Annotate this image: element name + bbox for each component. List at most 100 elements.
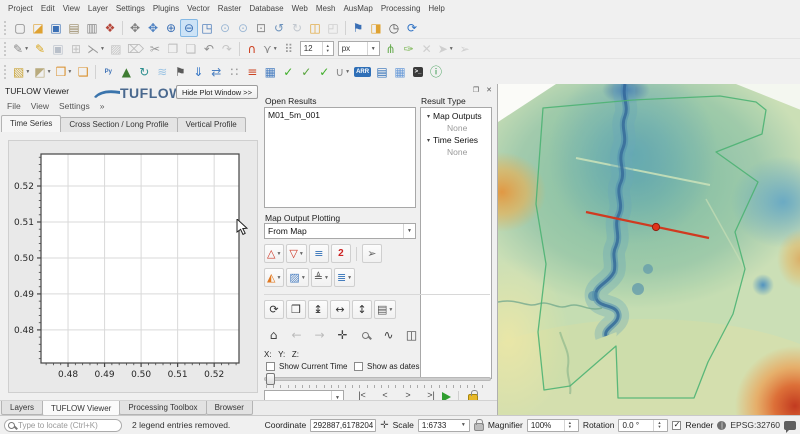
select-all[interactable]: ❑ (74, 63, 92, 81)
menu-settings[interactable]: Settings (112, 1, 149, 16)
dock-close-button[interactable]: ✕ (484, 85, 494, 95)
paste-features[interactable]: ❏ (182, 40, 200, 58)
attachments[interactable]: ∪▼ (333, 63, 352, 81)
menu-edit[interactable]: Edit (37, 1, 59, 16)
undo[interactable]: ↶ (200, 40, 218, 58)
map-canvas[interactable] (497, 84, 800, 415)
tab-cross-section-long-profile[interactable]: Cross Section / Long Profile (60, 117, 177, 132)
tree-expand-icon[interactable]: ▾ (427, 137, 430, 144)
x-axis-limits[interactable]: ↔ (330, 300, 350, 319)
show-bookmarks[interactable]: ◨ (367, 19, 385, 37)
console-tool[interactable]: >_ (409, 63, 427, 81)
chart-figure[interactable]: 0.480.490.500.510.520.480.490.500.510.52 (8, 140, 258, 393)
dropdown-arrow-icon[interactable]: ▼ (276, 251, 281, 257)
zoom-next[interactable]: ↻ (288, 19, 306, 37)
zoom-full[interactable]: ◳ (198, 19, 216, 37)
plot-menu-file[interactable]: File (2, 101, 26, 111)
map-tips[interactable]: ≋ (153, 63, 171, 81)
epsg-code[interactable]: EPSG:32760 (730, 420, 780, 430)
toggle-editing[interactable]: ✎ (31, 40, 49, 58)
plot-culvert[interactable]: ≜▼ (311, 268, 332, 287)
cross-section-point[interactable] (652, 223, 659, 230)
enable-tracing[interactable]: ⋔ (382, 40, 400, 58)
tree-item-map-outputs[interactable]: ▾Map Outputs (421, 110, 491, 122)
tcf-tool[interactable]: ∷ (225, 63, 243, 81)
dropdown-arrow-icon[interactable]: ▼ (24, 46, 29, 52)
check-tool-2[interactable]: ✓ (297, 63, 315, 81)
panel-tab-tuflow-viewer[interactable]: TUFLOW Viewer (42, 401, 120, 416)
plot-pan[interactable]: ✛ (333, 326, 352, 344)
zoom-to-selection[interactable]: ⊙ (216, 19, 234, 37)
spinner-arrows-icon[interactable]: ▲▼ (564, 420, 575, 431)
cut-features[interactable]: ✂ (146, 40, 164, 58)
dropdown-arrow-icon[interactable]: ▼ (345, 69, 350, 75)
save-layer-edits[interactable]: ▣ (49, 40, 67, 58)
flow-trace[interactable]: ≡ (309, 244, 329, 263)
new-print-layout[interactable]: ▤ (65, 19, 83, 37)
plot-zoom[interactable] (356, 326, 375, 344)
zoom-to-layer[interactable]: ⊙ (234, 19, 252, 37)
plot-selection-mode[interactable]: ➢ (362, 244, 382, 263)
new-project[interactable]: ▢ (11, 19, 29, 37)
enable-snapping[interactable]: ∩ (243, 40, 261, 58)
disabled-tool-x[interactable]: ✕ (418, 40, 436, 58)
tree-item-time-series[interactable]: ▾Time Series (421, 134, 491, 146)
refresh-map[interactable]: ⟳ (403, 19, 421, 37)
magnifier-input[interactable]: 100% ▲▼ (527, 419, 579, 432)
tree-item-none[interactable]: None (421, 122, 491, 134)
new-3d-map-view[interactable]: ◰ (324, 19, 342, 37)
avoid-intersections[interactable]: ➤▼ (436, 40, 456, 58)
time-slider-handle[interactable] (266, 373, 275, 385)
grid-chart-tool[interactable]: ▦ (391, 63, 409, 81)
dropdown-arrow-icon[interactable]: ▼ (273, 46, 278, 52)
dropdown-arrow-icon[interactable]: ▼ (449, 46, 454, 52)
scale-combo[interactable]: 1:6733 ▼ (418, 419, 470, 432)
time-step-item[interactable]: < (375, 390, 395, 400)
y-axis-limits[interactable]: ↕ (352, 300, 372, 319)
redo[interactable]: ↷ (218, 40, 236, 58)
plot-timeseries-mode[interactable]: △▼ (264, 244, 284, 263)
select-by-area[interactable]: ▧▼ (11, 63, 32, 81)
dropdown-arrow-icon[interactable]: ▼ (301, 275, 306, 281)
notes-tool[interactable]: ▤ (373, 63, 391, 81)
export-layer[interactable]: ⇄ (207, 63, 225, 81)
plot-menu-item[interactable]: » (95, 101, 110, 111)
coordinate-input[interactable]: 292887,6178204 (310, 419, 376, 432)
open-result-m01-5m-001[interactable]: M01_5m_001 (265, 108, 415, 122)
plot-home[interactable]: ⌂ (264, 326, 283, 344)
menu-help[interactable]: Help (424, 1, 448, 16)
plot-curve[interactable]: ∿ (379, 326, 398, 344)
current-edits[interactable]: ✎▼ (11, 40, 31, 58)
copy-features[interactable]: ❐ (164, 40, 182, 58)
result-type-tree[interactable]: ▾Map OutputsNone▾Time SeriesNone (420, 107, 492, 379)
scale-lock-icon[interactable] (474, 423, 484, 431)
plot-legend-options[interactable]: ≣▼ (334, 268, 355, 287)
snap-tolerance-spin[interactable]: 12▲▼ (300, 41, 334, 56)
plot-table[interactable]: ▤▼ (374, 300, 396, 319)
snapping-options[interactable]: ⋎▼ (261, 40, 280, 58)
plot-menu-view[interactable]: View (26, 101, 54, 111)
raster-styling[interactable]: ▦ (261, 63, 279, 81)
select-by-value[interactable]: ◩▼ (32, 63, 53, 81)
panel-tab-processing-toolbox[interactable]: Processing Toolbox (119, 401, 206, 415)
dropdown-arrow-icon[interactable]: ▼ (388, 307, 393, 313)
dropdown-arrow-icon[interactable]: ▼ (100, 46, 105, 52)
pan-to-selection[interactable]: ✥ (144, 19, 162, 37)
menu-web[interactable]: Web (288, 1, 312, 16)
chevron-down-icon[interactable]: ▼ (461, 422, 466, 428)
locate-search-input[interactable]: Type to locate (Ctrl+K) (4, 419, 122, 432)
dropdown-arrow-icon[interactable]: ▼ (25, 69, 30, 75)
check-tool-1[interactable]: ✓ (279, 63, 297, 81)
legend-classes[interactable]: ≡ (243, 63, 261, 81)
show-current-time-checkbox[interactable] (266, 362, 275, 371)
import-layer[interactable]: ⇓ (189, 63, 207, 81)
menu-project[interactable]: Project (4, 1, 37, 16)
zoom-last[interactable]: ↺ (270, 19, 288, 37)
plot-flood-image[interactable]: ▨▼ (286, 268, 308, 287)
plot-max[interactable]: ◭▼ (264, 268, 284, 287)
arr-tool[interactable]: ARR (352, 63, 373, 81)
add-record[interactable]: ⊞ (67, 40, 85, 58)
rotation-input[interactable]: 0.0 ° ▲▼ (618, 419, 668, 432)
modify-attributes[interactable]: ▨ (107, 40, 125, 58)
open-results-list[interactable]: M01_5m_001 (264, 107, 416, 208)
